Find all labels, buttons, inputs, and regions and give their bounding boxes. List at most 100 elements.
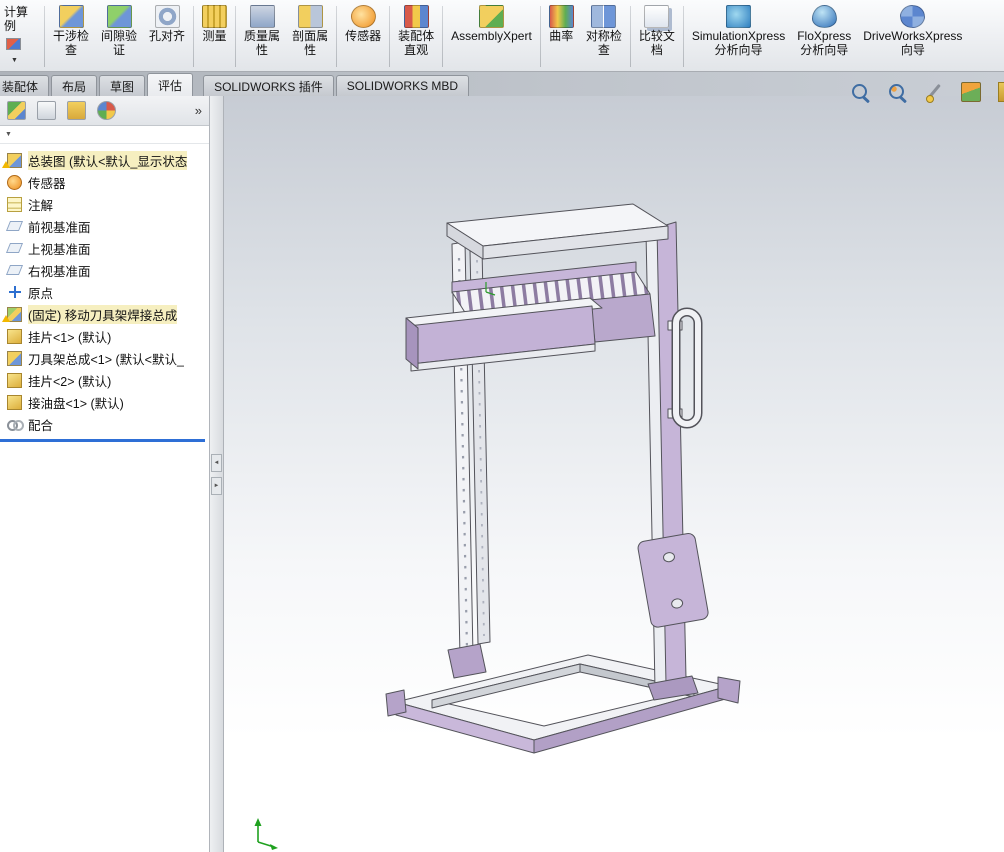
- graphics-viewport[interactable]: [224, 96, 1004, 852]
- ribbon-button-label: 性: [304, 42, 317, 57]
- driveworksxpress-icon: [900, 5, 926, 28]
- tree-item-label: 挂片<2> (默认): [28, 374, 112, 389]
- base-foot-left: [385, 689, 407, 717]
- ribbon-buttons: 干涉检查间隙验证孔对齐 测量 质量属性剖面属性传感器 装配体 直观 AssemblyXpe…: [47, 2, 968, 71]
- ribbon-button-label: 对称检: [585, 29, 622, 43]
- ribbon-button-interference-check[interactable]: 干涉检查: [47, 2, 95, 71]
- ribbon-button-label: 例: [4, 18, 17, 33]
- property-manager-tab-icon[interactable]: [37, 101, 56, 120]
- compare-docs-icon: [644, 5, 670, 28]
- ribbon-button-label: 质量属: [244, 29, 281, 43]
- ribbon-button-simulationxpress[interactable]: SimulationXpress 分析向导: [686, 2, 791, 71]
- ribbon-button-label: 比较文: [638, 29, 675, 43]
- ribbon-separator: [682, 6, 684, 67]
- origin-icon: [7, 284, 22, 300]
- ribbon-button-assembly-visualization[interactable]: 装配体 直观: [392, 2, 440, 71]
- tab-evaluate[interactable]: 评估: [147, 73, 194, 96]
- ribbon-button-label: 装配体: [398, 29, 435, 43]
- design-study-icon: [6, 38, 21, 50]
- feature-manager-tab-icon[interactable]: [7, 101, 26, 120]
- filter-dropdown-icon[interactable]: ▼: [5, 131, 12, 138]
- floxpress-icon: [811, 5, 837, 28]
- part-icon: [7, 372, 22, 388]
- ribbon-button-measure[interactable]: 测量: [196, 2, 233, 71]
- simulationxpress-icon: [726, 5, 752, 28]
- sensor-icon: [350, 5, 376, 28]
- curvature-icon: [548, 5, 574, 28]
- feature-manager-panel: » ▼ 总装图 (默认<默认_显示状态传感器注解 前视基准面 上视基准面 右视基准面原…: [0, 96, 210, 852]
- sensors-icon: [7, 174, 22, 190]
- ribbon-button-label: SimulationXpress: [691, 29, 786, 43]
- plane-icon: [5, 221, 24, 231]
- ribbon-button-mass-properties[interactable]: 质量属性: [238, 2, 286, 71]
- panel-overflow-chevron[interactable]: »: [195, 103, 202, 118]
- origin-arrow-up: [254, 818, 262, 826]
- tree-item-label: 原点: [28, 286, 54, 301]
- ribbon-button-clearance-verify[interactable]: 间隙验证: [95, 2, 143, 71]
- ribbon-button-compare-docs[interactable]: 比较文档: [633, 2, 681, 71]
- ribbon-button-sensor[interactable]: 传感器: [339, 2, 387, 71]
- ribbon-button-label: 直观: [404, 42, 429, 57]
- tree-item-root-assembly[interactable]: 总装图 (默认<默认_显示状态: [2, 149, 209, 171]
- ribbon-separator: [193, 6, 195, 67]
- tree-item-label: 刀具架总成<1> (默认<默认_: [28, 352, 184, 367]
- subassembly-icon: [7, 350, 22, 366]
- ribbon-button-hole-alignment[interactable]: 孔对齐: [143, 2, 191, 71]
- assembly-visualization-icon: [403, 5, 429, 28]
- expand-panel-button[interactable]: ►: [211, 476, 222, 495]
- ribbon-separator: [336, 6, 338, 67]
- tree-item-hanger-plate-1[interactable]: 挂片<1> (默认): [2, 325, 209, 347]
- tab-assembly[interactable]: 装配体: [0, 75, 50, 96]
- tree-item-hanger-plate-2[interactable]: 挂片<2> (默认): [2, 369, 209, 391]
- display-manager-tab-icon[interactable]: [97, 101, 116, 120]
- panel-splitter[interactable]: ◄ ►: [210, 96, 224, 852]
- ribbon-button-design-study[interactable]: 计算 例 ▼: [0, 2, 42, 71]
- tree-item-top-plane[interactable]: 上视基准面: [2, 237, 209, 259]
- tree-item-right-plane[interactable]: 右视基准面: [2, 259, 209, 281]
- ribbon-button-curvature[interactable]: 曲率: [543, 2, 580, 71]
- tree-filter-row[interactable]: ▼: [0, 126, 209, 144]
- tree-item-mates[interactable]: 配合: [2, 413, 209, 435]
- display-style-icon[interactable]: [961, 82, 981, 102]
- solidworks-window: 计算 例 ▼ 干涉检查间隙验证孔对齐 测量 质量属性剖面属性传感器 装配体 直观 Asse…: [0, 0, 1004, 852]
- weldment-icon: [2, 306, 22, 322]
- partial-edge-icon[interactable]: [998, 82, 1004, 102]
- part-icon: [7, 328, 22, 344]
- ribbon-toolbar: 计算 例 ▼ 干涉检查间隙验证孔对齐 测量 质量属性剖面属性传感器 装配体 直观 Asse…: [0, 0, 1004, 72]
- tree-item-weldment-assembly[interactable]: (固定) 移动刀具架焊接总成: [2, 303, 209, 325]
- tree-item-tool-rack-assembly[interactable]: 刀具架总成<1> (默认<默认_: [2, 347, 209, 369]
- view-filter-icon[interactable]: [924, 82, 944, 103]
- handle-outline: [671, 307, 703, 429]
- ribbon-button-floxpress[interactable]: FloXpress 分析向导: [791, 2, 857, 71]
- model-tool-rack: [254, 203, 741, 850]
- tree-item-label: 接油盘<1> (默认): [28, 396, 124, 411]
- collapse-panel-button[interactable]: ◄: [211, 453, 222, 472]
- ribbon-separator: [389, 6, 391, 67]
- ribbon-button-driveworksxpress[interactable]: DriveWorksXpress 向导: [857, 2, 968, 71]
- section-properties-icon: [297, 5, 323, 28]
- ribbon-button-section-properties[interactable]: 剖面属性: [286, 2, 334, 71]
- ribbon-button-assemblyxpert[interactable]: AssemblyXpert: [445, 2, 538, 71]
- base-foot-right: [717, 676, 741, 704]
- tree-item-origin[interactable]: 原点: [2, 281, 209, 303]
- tab-solidworks-mbd[interactable]: SOLIDWORKS MBD: [335, 75, 470, 96]
- ribbon-separator: [539, 6, 541, 67]
- zoom-fit-icon[interactable]: [850, 82, 870, 102]
- tree-item-annotations-folder[interactable]: 注解: [2, 193, 209, 215]
- tree-item-sensors-folder[interactable]: 传感器: [2, 171, 209, 193]
- ribbon-button-symmetry-check[interactable]: 对称检查: [580, 2, 628, 71]
- heads-up-toolbar: [850, 80, 1004, 104]
- ribbon-button-label: 间隙验: [101, 29, 138, 43]
- tree-item-oil-pan[interactable]: 接油盘<1> (默认): [2, 391, 209, 413]
- tab-solidworks-addins[interactable]: SOLIDWORKS 插件: [203, 75, 334, 96]
- ribbon-button-label: DriveWorksXpress: [863, 29, 963, 43]
- tree-item-label: 传感器: [28, 176, 66, 191]
- zoom-area-icon[interactable]: [887, 82, 907, 102]
- tab-sketch[interactable]: 草图: [99, 75, 146, 96]
- tree-item-front-plane[interactable]: 前视基准面: [2, 215, 209, 237]
- configuration-manager-tab-icon[interactable]: [67, 101, 86, 120]
- annotations-icon: [7, 196, 22, 212]
- tab-layout[interactable]: 布局: [51, 75, 98, 96]
- warning-icon: [2, 314, 10, 322]
- warning-icon: [2, 160, 10, 168]
